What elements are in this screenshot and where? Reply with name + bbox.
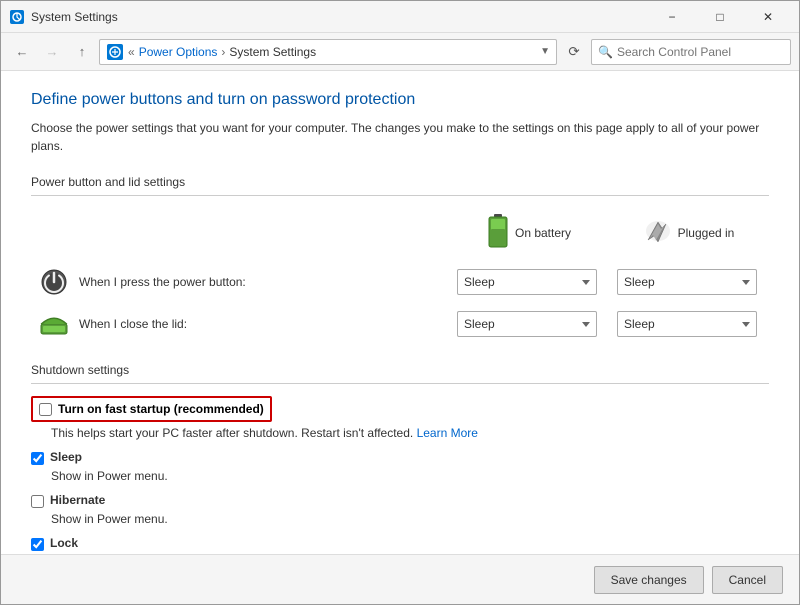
title-bar: System Settings − □ ✕ [1, 1, 799, 33]
lid-label: When I close the lid: [79, 317, 187, 331]
window-icon [9, 9, 25, 25]
page-description: Choose the power settings that you want … [31, 119, 769, 155]
close-button[interactable]: ✕ [745, 1, 791, 33]
lid-icon [39, 309, 69, 339]
breadcrumb-bar: « Power Options › System Settings ▼ [99, 39, 557, 65]
breadcrumb-arrow: › [221, 45, 225, 59]
col-header-on-battery: On battery [449, 210, 609, 261]
power-settings-table: On battery Plugge [31, 210, 769, 345]
breadcrumb-power-options[interactable]: Power Options [139, 45, 218, 59]
address-bar: ← → ↑ « Power Options › System Settings … [1, 33, 799, 71]
on-battery-label: On battery [515, 226, 571, 240]
up-button[interactable]: ↑ [69, 39, 95, 65]
lid-on-battery-select[interactable]: Sleep Do nothing Hibernate Shut down Tur… [457, 311, 597, 337]
minimize-button[interactable]: − [649, 1, 695, 33]
plugged-in-icon [644, 218, 672, 247]
control-panel-icon [106, 43, 124, 61]
lid-plugged-in-select[interactable]: Sleep Do nothing Hibernate Shut down Tur… [617, 311, 757, 337]
lock-container: Lock Show in account picture menu. [31, 536, 769, 554]
power-button-section-label: Power button and lid settings [31, 175, 769, 189]
fast-startup-checkbox[interactable] [39, 403, 52, 416]
section-divider-1 [31, 195, 769, 196]
window-controls: − □ ✕ [649, 1, 791, 33]
main-content: Define power buttons and turn on passwor… [1, 71, 799, 554]
hibernate-row: Hibernate [31, 493, 769, 508]
back-button[interactable]: ← [9, 39, 35, 65]
plugged-in-label: Plugged in [678, 226, 735, 240]
shutdown-section: Shutdown settings Turn on fast startup (… [31, 363, 769, 554]
fast-startup-highlight-box: Turn on fast startup (recommended) [31, 396, 272, 422]
cancel-button[interactable]: Cancel [712, 566, 783, 594]
search-bar: 🔍 [591, 39, 791, 65]
forward-button[interactable]: → [39, 39, 65, 65]
maximize-button[interactable]: □ [697, 1, 743, 33]
fast-startup-description: This helps start your PC faster after sh… [51, 426, 769, 440]
fast-startup-label[interactable]: Turn on fast startup (recommended) [58, 402, 264, 416]
save-changes-button[interactable]: Save changes [594, 566, 704, 594]
hibernate-label[interactable]: Hibernate [50, 493, 105, 507]
hibernate-description: Show in Power menu. [51, 512, 769, 526]
power-button-icon [39, 267, 69, 297]
sleep-row: Sleep [31, 450, 769, 465]
window-title: System Settings [31, 10, 649, 24]
lock-checkbox[interactable] [31, 538, 44, 551]
lid-row: When I close the lid: Sleep Do nothing H… [31, 303, 769, 345]
power-button-label: When I press the power button: [79, 275, 246, 289]
breadcrumb-current: System Settings [229, 45, 316, 59]
sleep-description: Show in Power menu. [51, 469, 769, 483]
footer: Save changes Cancel [1, 554, 799, 604]
fast-startup-container: Turn on fast startup (recommended) This … [31, 396, 769, 440]
breadcrumb-expand-icon[interactable]: ▼ [540, 46, 550, 57]
system-settings-window: System Settings − □ ✕ ← → ↑ « Power Opti… [0, 0, 800, 605]
refresh-button[interactable]: ⟳ [561, 39, 587, 65]
power-button-plugged-in-select[interactable]: Sleep Do nothing Hibernate Shut down Tur… [617, 269, 757, 295]
sleep-label[interactable]: Sleep [50, 450, 82, 464]
fast-startup-learn-more-link[interactable]: Learn More [417, 426, 478, 440]
col-header-plugged-in: Plugged in [609, 210, 769, 261]
power-button-row: When I press the power button: Sleep Do … [31, 261, 769, 303]
lock-row: Lock [31, 536, 769, 551]
hibernate-checkbox[interactable] [31, 495, 44, 508]
battery-icon [487, 214, 509, 251]
hibernate-container: Hibernate Show in Power menu. [31, 493, 769, 526]
breadcrumb-sep-1: « [128, 45, 135, 59]
sleep-container: Sleep Show in Power menu. [31, 450, 769, 483]
search-input[interactable] [617, 45, 784, 59]
col-header-empty [31, 210, 449, 261]
power-button-on-battery-select[interactable]: Sleep Do nothing Hibernate Shut down Tur… [457, 269, 597, 295]
shutdown-divider [31, 383, 769, 384]
sleep-checkbox[interactable] [31, 452, 44, 465]
shutdown-section-label: Shutdown settings [31, 363, 769, 377]
search-icon: 🔍 [598, 45, 613, 59]
lock-label[interactable]: Lock [50, 536, 78, 550]
page-heading: Define power buttons and turn on passwor… [31, 91, 769, 109]
